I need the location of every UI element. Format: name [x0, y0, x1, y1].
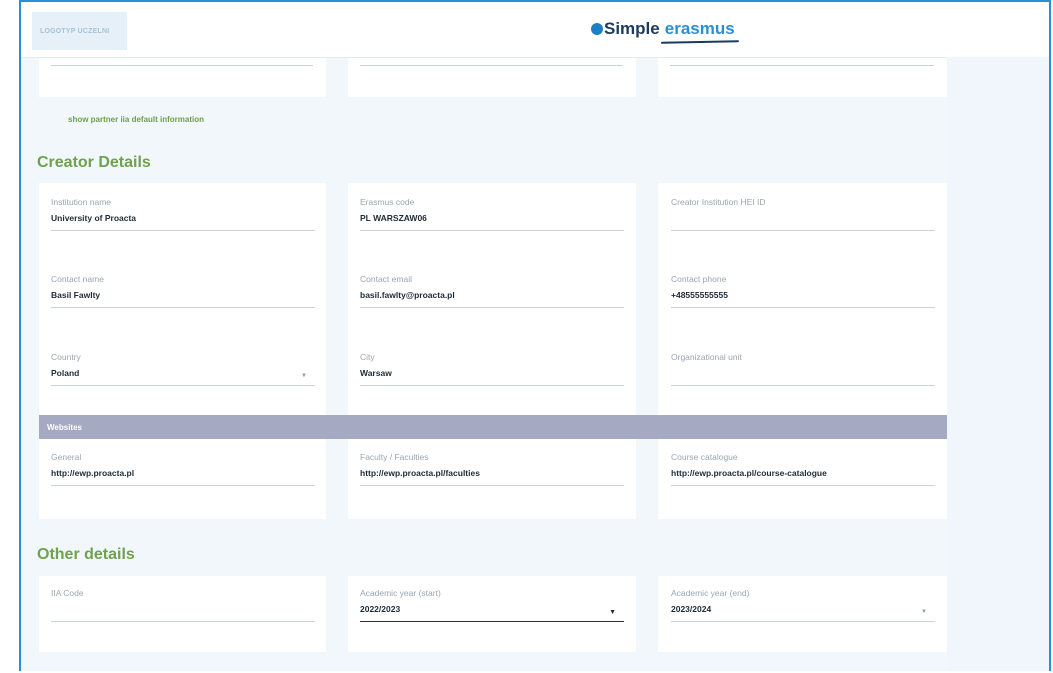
field-label: Country	[51, 352, 81, 362]
field-label: Contact phone	[671, 274, 727, 284]
field-value: Poland	[51, 368, 80, 378]
field-value: http://ewp.proacta.pl/course-catalogue	[671, 468, 827, 478]
organizational-unit-field[interactable]: Organizational unit	[671, 352, 935, 386]
erasmus-code-field[interactable]: Erasmus code PL WARSZAW06	[360, 197, 624, 231]
field-underline	[670, 65, 934, 66]
contact-phone-field[interactable]: Contact phone +48555555555	[671, 274, 935, 308]
caret-down-icon[interactable]: ▼	[921, 609, 927, 615]
field-underline	[51, 65, 313, 66]
other-details-title: Other details	[37, 546, 135, 563]
field-value: 2022/2023	[360, 604, 401, 614]
field-value	[671, 213, 935, 224]
institution-logo-placeholder: LOGOTYP UCZELNI	[32, 12, 127, 50]
iia-code-field[interactable]: IIA Code	[51, 588, 315, 622]
field-value: 2023/2024	[671, 604, 712, 614]
field-underline	[51, 485, 315, 486]
partner-card-3	[658, 58, 947, 97]
field-value	[51, 604, 315, 615]
brand-dot-icon	[591, 23, 603, 35]
field-value: http://ewp.proacta.pl	[51, 468, 135, 478]
field-underline	[671, 307, 935, 308]
field-label: Contact name	[51, 274, 104, 284]
contact-name-field[interactable]: Contact name Basil Fawlty	[51, 274, 315, 308]
field-underline	[671, 385, 935, 386]
field-underline	[51, 385, 315, 386]
caret-down-icon[interactable]: ▼	[609, 609, 616, 616]
show-partner-default-info-link[interactable]: show partner iia default information	[68, 115, 204, 124]
field-underline	[360, 65, 623, 66]
partner-card-1	[39, 58, 326, 97]
field-underline	[360, 230, 624, 231]
field-label: Institution name	[51, 197, 112, 207]
brand-erasmus-text: erasmus	[664, 19, 735, 38]
caret-down-icon[interactable]: ▼	[301, 373, 307, 379]
brand-simple-text: Simple	[604, 19, 660, 38]
field-value: University of Proacta	[51, 213, 137, 223]
field-underline	[51, 230, 315, 231]
country-select[interactable]: Country Poland ▼	[51, 352, 315, 386]
field-label: Academic year (start)	[360, 588, 441, 598]
field-underline	[51, 621, 315, 622]
general-website-field[interactable]: General http://ewp.proacta.pl	[51, 452, 315, 486]
academic-year-end-select[interactable]: Academic year (end) 2023/2024 ▼	[671, 588, 935, 622]
app-window: LOGOTYP UCZELNI Simple erasmus show part…	[19, 0, 1051, 671]
field-value: basil.fawlty@proacta.pl	[360, 290, 455, 300]
creator-details-title: Creator Details	[37, 154, 151, 171]
field-underline	[360, 621, 624, 622]
field-value: Basil Fawlty	[51, 290, 101, 300]
field-label: Organizational unit	[671, 352, 742, 362]
field-underline	[360, 385, 624, 386]
field-label: Course catalogue	[671, 452, 738, 462]
field-underline	[671, 621, 935, 622]
city-field[interactable]: City Warsaw	[360, 352, 624, 386]
websites-section-header: Websites	[39, 415, 947, 439]
header-bar: LOGOTYP UCZELNI Simple erasmus	[21, 2, 1049, 58]
field-label: Creator Institution HEI ID	[671, 197, 766, 207]
field-label: Erasmus code	[360, 197, 415, 207]
brand-logo[interactable]: Simple erasmus	[591, 19, 735, 39]
faculties-website-field[interactable]: Faculty / Faculties http://ewp.proacta.p…	[360, 452, 624, 486]
partner-card-2	[348, 58, 636, 97]
field-value: Warsaw	[360, 368, 392, 378]
institution-name-field[interactable]: Institution name University of Proacta	[51, 197, 315, 231]
right-background	[947, 57, 1049, 671]
field-underline	[360, 485, 624, 486]
field-value	[671, 368, 935, 379]
field-value: +48555555555	[671, 290, 728, 300]
field-label: City	[360, 352, 375, 362]
field-label: Academic year (end)	[671, 588, 750, 598]
field-underline	[671, 485, 935, 486]
field-underline	[671, 230, 935, 231]
field-value: PL WARSZAW06	[360, 213, 427, 223]
hei-id-field[interactable]: Creator Institution HEI ID	[671, 197, 935, 231]
contact-email-field[interactable]: Contact email basil.fawlty@proacta.pl	[360, 274, 624, 308]
field-label: General	[51, 452, 82, 462]
course-catalogue-field[interactable]: Course catalogue http://ewp.proacta.pl/c…	[671, 452, 935, 486]
field-label: Faculty / Faculties	[360, 452, 429, 462]
field-value: http://ewp.proacta.pl/faculties	[360, 468, 480, 478]
field-label: Contact email	[360, 274, 412, 284]
field-label: IIA Code	[51, 588, 84, 598]
academic-year-start-select[interactable]: Academic year (start) 2022/2023 ▼	[360, 588, 624, 622]
field-underline	[360, 307, 624, 308]
field-underline	[51, 307, 315, 308]
